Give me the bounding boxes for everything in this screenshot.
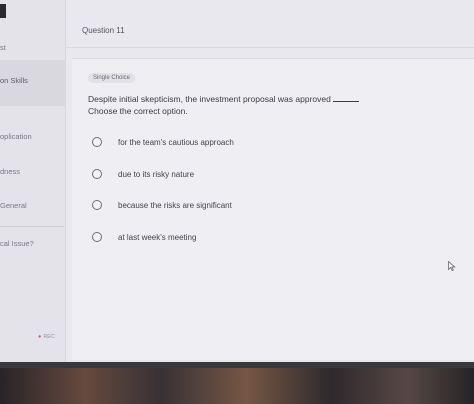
prompt-text: Despite initial skepticism, the investme… <box>88 94 331 104</box>
question-type-badge: Single Choice <box>88 73 136 83</box>
record-dot-icon: ● <box>38 334 42 340</box>
radio-button[interactable] <box>92 200 102 210</box>
mouse-cursor-icon <box>448 261 456 271</box>
sidebar-divider <box>0 226 64 227</box>
option-4[interactable]: at last week's meeting <box>92 231 196 243</box>
main-content: Question 11 Single Choice Despite initia… <box>66 0 474 362</box>
sidebar-item-1[interactable]: st <box>0 43 6 52</box>
question-header: Question 11 <box>66 0 474 48</box>
option-label: for the team's cautious approach <box>118 137 234 147</box>
background-reflection <box>0 368 474 404</box>
recording-label: REC <box>43 334 55 340</box>
recording-indicator: ● REC <box>38 334 55 340</box>
question-card: Single Choice Despite initial skepticism… <box>72 58 474 360</box>
sidebar-top-mark <box>0 4 6 18</box>
radio-button[interactable] <box>92 169 102 179</box>
option-label: due to its risky nature <box>118 169 195 179</box>
sidebar-item-skills[interactable]: on Skills <box>0 76 28 85</box>
question-prompt: Despite initial skepticism, the investme… <box>88 93 359 117</box>
sidebar-item-issue[interactable]: cal Issue? <box>0 239 34 248</box>
sidebar: st on Skills oplication dness General ca… <box>0 0 66 362</box>
answer-blank <box>332 101 359 102</box>
question-title: Question 11 <box>82 26 125 35</box>
option-1[interactable]: for the team's cautious approach <box>92 136 234 148</box>
radio-button[interactable] <box>92 137 102 147</box>
radio-button[interactable] <box>92 232 102 242</box>
option-3[interactable]: because the risks are significant <box>92 199 232 211</box>
sidebar-item-general[interactable]: General <box>0 201 27 210</box>
sidebar-item-application[interactable]: oplication <box>0 132 32 141</box>
option-label: at last week's meeting <box>118 232 197 242</box>
option-label: because the risks are significant <box>118 200 232 210</box>
instruction-text: Choose the correct option. <box>88 106 188 116</box>
sidebar-item-readiness[interactable]: dness <box>0 167 20 176</box>
screen: st on Skills oplication dness General ca… <box>0 0 474 362</box>
option-2[interactable]: due to its risky nature <box>92 168 194 180</box>
